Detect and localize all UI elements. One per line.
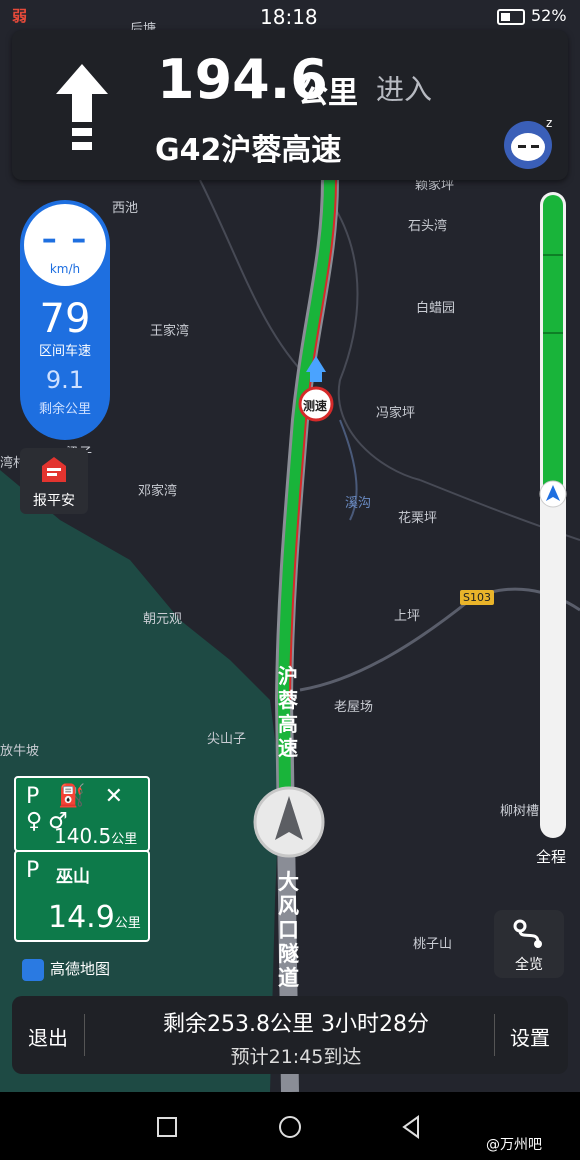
- watermark: @万州吧: [486, 1137, 542, 1153]
- recents-icon[interactable]: [156, 1116, 178, 1138]
- divider: [84, 1014, 85, 1056]
- place-label: 王家湾: [150, 324, 190, 339]
- battery-percent: 52%: [531, 6, 567, 25]
- brand-logo: 高德地图: [22, 958, 110, 981]
- progress-segment: [543, 332, 563, 334]
- place-label: 溪沟: [345, 496, 372, 511]
- progress-segment: [543, 254, 563, 256]
- place-label: 石头湾: [408, 219, 448, 234]
- service-area-distance: 14.9公里: [48, 900, 141, 935]
- next-road-name: G42沪蓉高速: [155, 133, 342, 168]
- road-label: 大风口隧道: [278, 870, 299, 988]
- turn-action: 进入: [376, 73, 433, 106]
- signal-indicator: 弱: [12, 7, 28, 25]
- current-position-icon: [539, 480, 567, 508]
- overview-label: 全览: [515, 957, 543, 973]
- place-label: 桃子山: [413, 937, 453, 952]
- place-label: 尖山子: [207, 732, 247, 747]
- route-progress-bar: [539, 192, 567, 838]
- place-label: 冯家坪: [376, 406, 416, 421]
- report-safe-label: 报平安: [33, 493, 75, 509]
- brand-name: 高德地图: [50, 960, 111, 978]
- average-speed-label: 区间车速: [38, 344, 91, 359]
- service-area-distance: 140.5公里: [54, 824, 138, 848]
- trip-eta: 预计21:45到达: [230, 1046, 362, 1068]
- place-label: 邓家湾: [138, 484, 178, 499]
- straight-arrow-icon: [56, 64, 108, 150]
- place-label: 朝元观: [143, 612, 183, 627]
- service-area-sign[interactable]: P ⛽ ✕ ♀♂ 140.5公里: [14, 776, 150, 852]
- speed-unit: km/h: [49, 262, 81, 276]
- place-label: 上坪: [394, 609, 421, 624]
- place-label: 柳树槽: [500, 804, 540, 819]
- status-bar: 弱 18:18 52%: [0, 0, 580, 32]
- progress-fill: [543, 195, 563, 487]
- turn-distance-unit: 公里: [298, 76, 358, 111]
- battery-icon: [497, 9, 525, 25]
- svg-text:z: z: [546, 116, 552, 130]
- average-speed: 79: [39, 296, 91, 342]
- divider: [494, 1014, 495, 1056]
- place-label: 老屋场: [334, 700, 374, 715]
- current-speed: – –: [41, 222, 89, 257]
- home-icon[interactable]: [278, 1115, 302, 1139]
- trip-remaining: 剩余253.8公里 3小时28分: [163, 1012, 429, 1037]
- exit-button[interactable]: 退出: [28, 1022, 68, 1051]
- service-area-name: 巫山: [56, 867, 90, 887]
- system-navigation-bar: @万州吧: [0, 1092, 580, 1160]
- route-shield: S103: [460, 590, 494, 605]
- settings-button[interactable]: 设置: [510, 1022, 550, 1051]
- place-label: 放牛坡: [0, 744, 40, 759]
- envelope-icon: [42, 457, 66, 482]
- guidance-panel[interactable]: 194.6 公里 进入 G42沪蓉高速 z: [12, 30, 568, 180]
- section-remaining: 9.1: [45, 366, 85, 394]
- place-label: 花栗坪: [398, 511, 438, 526]
- clock: 18:18: [260, 5, 318, 29]
- report-safe-button[interactable]: 报平安: [20, 448, 88, 514]
- route-overview-icon: [513, 919, 542, 948]
- service-area-sign[interactable]: P 巫山 14.9公里: [14, 850, 150, 942]
- speed-panel[interactable]: – – km/h 79 区间车速 9.1 剩余公里: [20, 200, 110, 440]
- parking-icon: P: [26, 858, 46, 883]
- section-remaining-label: 剩余公里: [38, 402, 91, 417]
- trip-panel: 退出 剩余253.8公里 3小时28分 预计21:45到达 设置: [12, 996, 568, 1074]
- overview-button[interactable]: 全览: [494, 910, 564, 978]
- camera-label: 测速: [303, 399, 328, 413]
- place-label: 白蜡园: [416, 301, 456, 316]
- route-progress-label: 全程: [536, 848, 567, 866]
- back-icon[interactable]: [400, 1115, 422, 1139]
- road-label: 沪蓉高速: [278, 664, 298, 760]
- amap-logo-icon: [22, 958, 44, 981]
- place-label: 西池: [112, 201, 139, 216]
- voice-assistant-icon[interactable]: z: [500, 115, 556, 171]
- speedometer: – – km/h: [24, 204, 106, 286]
